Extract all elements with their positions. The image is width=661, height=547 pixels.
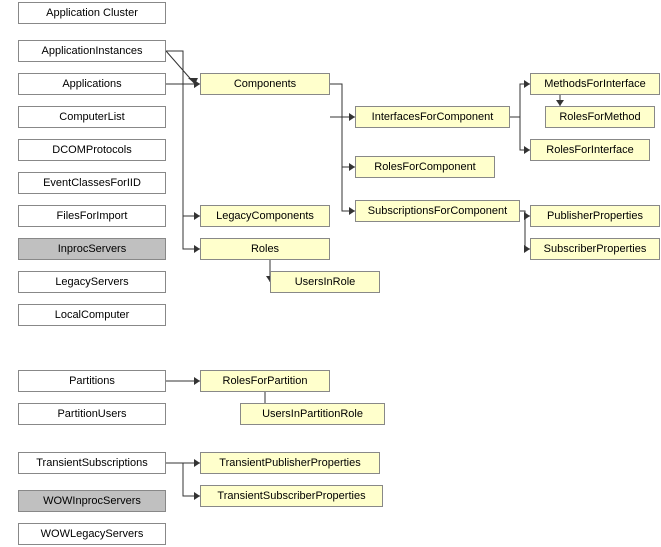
- node-rolesforinterface: RolesForInterface: [530, 139, 650, 161]
- node-roles: Roles: [200, 238, 330, 260]
- node-wowlegacyservers: WOWLegacyServers: [18, 523, 166, 545]
- diagram: Application Cluster ApplicationInstances A…: [0, 0, 661, 547]
- node-wowinprocservers: WOWInprocServers: [18, 490, 166, 512]
- node-legacycomponents: LegacyComponents: [200, 205, 330, 227]
- node-components: Components: [200, 73, 330, 95]
- node-inprocservers: InprocServers: [18, 238, 166, 260]
- node-publisherproperties: PublisherProperties: [530, 205, 660, 227]
- node-legacyservers: LegacyServers: [18, 271, 166, 293]
- node-transientsubscriberproperties: TransientSubscriberProperties: [200, 485, 383, 507]
- node-partitionusers: PartitionUsers: [18, 403, 166, 425]
- node-dcomprotocols: DCOMProtocols: [18, 139, 166, 161]
- node-usersinpartitionrole: UsersInPartitionRole: [240, 403, 385, 425]
- node-subscriptionsforcomponent: SubscriptionsForComponent: [355, 200, 520, 222]
- node-usersinrole: UsersInRole: [270, 271, 380, 293]
- node-methodsforinterface: MethodsForInterface: [530, 73, 660, 95]
- node-subscriberproperties: SubscriberProperties: [530, 238, 660, 260]
- node-eventclassesforiid: EventClassesForIID: [18, 172, 166, 194]
- node-localcomputer: LocalComputer: [18, 304, 166, 326]
- node-transientsubscriptions: TransientSubscriptions: [18, 452, 166, 474]
- node-rolesformethod: RolesForMethod: [545, 106, 655, 128]
- node-rolesforcomponent: RolesForComponent: [355, 156, 495, 178]
- node-partitions: Partitions: [18, 370, 166, 392]
- node-applications: Applications: [18, 73, 166, 95]
- node-rolesforpartition: RolesForPartition: [200, 370, 330, 392]
- node-applicationcluster: Application Cluster: [18, 2, 166, 24]
- node-interfacesforcomponent: InterfacesForComponent: [355, 106, 510, 128]
- node-transientpublisherproperties: TransientPublisherProperties: [200, 452, 380, 474]
- node-computerlist: ComputerList: [18, 106, 166, 128]
- node-filesforimport: FilesForImport: [18, 205, 166, 227]
- node-applicationinstances: ApplicationInstances: [18, 40, 166, 62]
